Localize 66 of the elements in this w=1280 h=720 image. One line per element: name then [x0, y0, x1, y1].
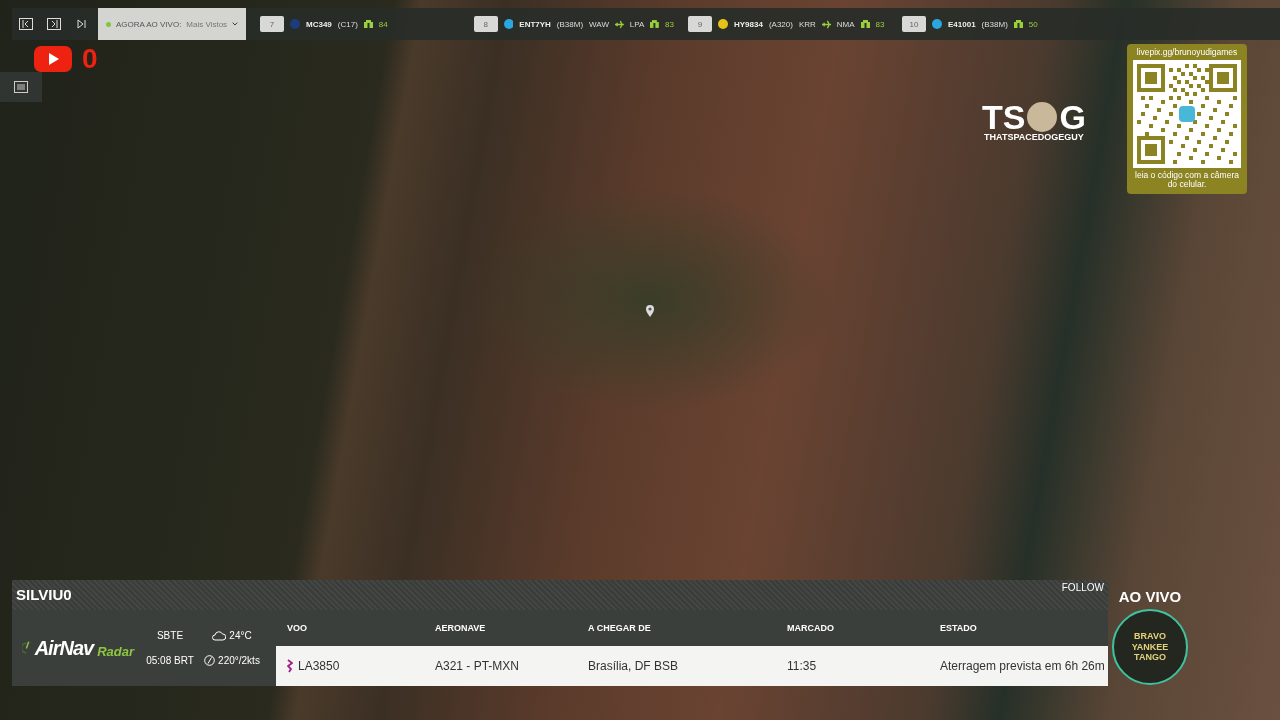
aircraft-type: (C17)	[337, 19, 358, 29]
table-cell-text: Aterragem prevista em 6h 26m	[940, 659, 1106, 673]
wind-reading: 220°/2kts	[218, 655, 260, 666]
table-cell: LA3850	[298, 659, 340, 673]
map-pin-icon	[645, 304, 655, 318]
signal-count: 83	[665, 19, 674, 29]
aircraft-type: (A320)	[768, 19, 793, 29]
binoculars-icon	[363, 20, 373, 28]
route-destination: LPA	[629, 19, 645, 29]
signal-count: 50	[1028, 19, 1038, 29]
live-dropdown[interactable]: AGORA AO VIVO: Mais Vistos	[98, 8, 246, 40]
dropdown-value: Mais Vistos	[186, 19, 228, 29]
table-cell-text: Brasília, DF BSB	[588, 659, 680, 673]
binoculars-icon	[1013, 20, 1023, 28]
window-icon	[47, 18, 61, 30]
side-panel-button[interactable]	[0, 72, 42, 102]
table-cell-text: 11:35	[787, 659, 818, 673]
chevron-down-icon	[232, 21, 238, 27]
youtube-icon	[34, 46, 72, 72]
aircraft-type: (B38M)	[981, 19, 1008, 29]
emblem-text: BRAVO YANKEE TANGO	[1130, 630, 1170, 664]
airport-code: SBTE	[156, 630, 184, 641]
temperature: 24°C	[229, 630, 252, 641]
column-header: ESTADO	[940, 623, 978, 633]
column-header: MARCADO	[787, 623, 835, 633]
route-origin: WAW	[589, 19, 609, 29]
table-cell-text: A321 - PT-MXN	[435, 659, 521, 673]
column-header: VOO	[287, 623, 308, 633]
aircraft-type: (B38M)	[556, 19, 584, 29]
live-label: AO VIVO	[1118, 588, 1182, 605]
signal-count: 84	[378, 19, 388, 29]
flight-callsign[interactable]: HY9834	[734, 19, 763, 29]
column-header: AERONAVE	[435, 623, 487, 633]
cloud-icon	[212, 630, 227, 641]
flight-callsign[interactable]: MC349	[306, 19, 332, 29]
flight-owner-name: SILVIU0	[16, 586, 72, 605]
skip-next-icon	[77, 19, 87, 29]
brand-subname: Radar	[97, 643, 134, 659]
local-time: 05:08 BRT	[146, 655, 194, 666]
slot-number[interactable]: 10	[902, 16, 926, 32]
logo-text: G	[1059, 100, 1086, 134]
dropdown-label: AGORA AO VIVO:	[116, 19, 182, 29]
logo-text: TS	[982, 100, 1026, 134]
binoculars-icon	[860, 20, 870, 28]
compass-icon	[204, 655, 216, 666]
slot-number[interactable]: 9	[688, 16, 712, 32]
list-icon	[14, 81, 28, 93]
logo-subtitle: THATSPACEDOGEGUY	[984, 132, 1084, 142]
collapse-icon	[19, 18, 33, 30]
brand-name: AirNav	[34, 636, 94, 660]
flight-callsign[interactable]: E41001	[948, 19, 976, 29]
qr-url: livepix.gg/brunoyudigames	[1136, 47, 1238, 57]
youtube-counter: 0	[82, 45, 98, 73]
plane-icon	[821, 19, 831, 29]
airline-logo-icon	[287, 659, 293, 673]
slot-number[interactable]: 8	[474, 16, 498, 32]
follow-button[interactable]: FOLLOW	[1061, 582, 1104, 593]
column-header: A CHEGAR DE	[588, 623, 652, 633]
slot-number[interactable]: 7	[260, 16, 284, 32]
route-destination: NMA	[836, 19, 855, 29]
signal-count: 83	[875, 19, 885, 29]
binoculars-icon	[650, 20, 660, 28]
route-origin: KRR	[798, 19, 816, 29]
plane-icon	[614, 19, 624, 29]
qr-caption: leia o código com a câmera do celular.	[1135, 171, 1239, 190]
flight-callsign[interactable]: ENT7YH	[519, 19, 551, 29]
